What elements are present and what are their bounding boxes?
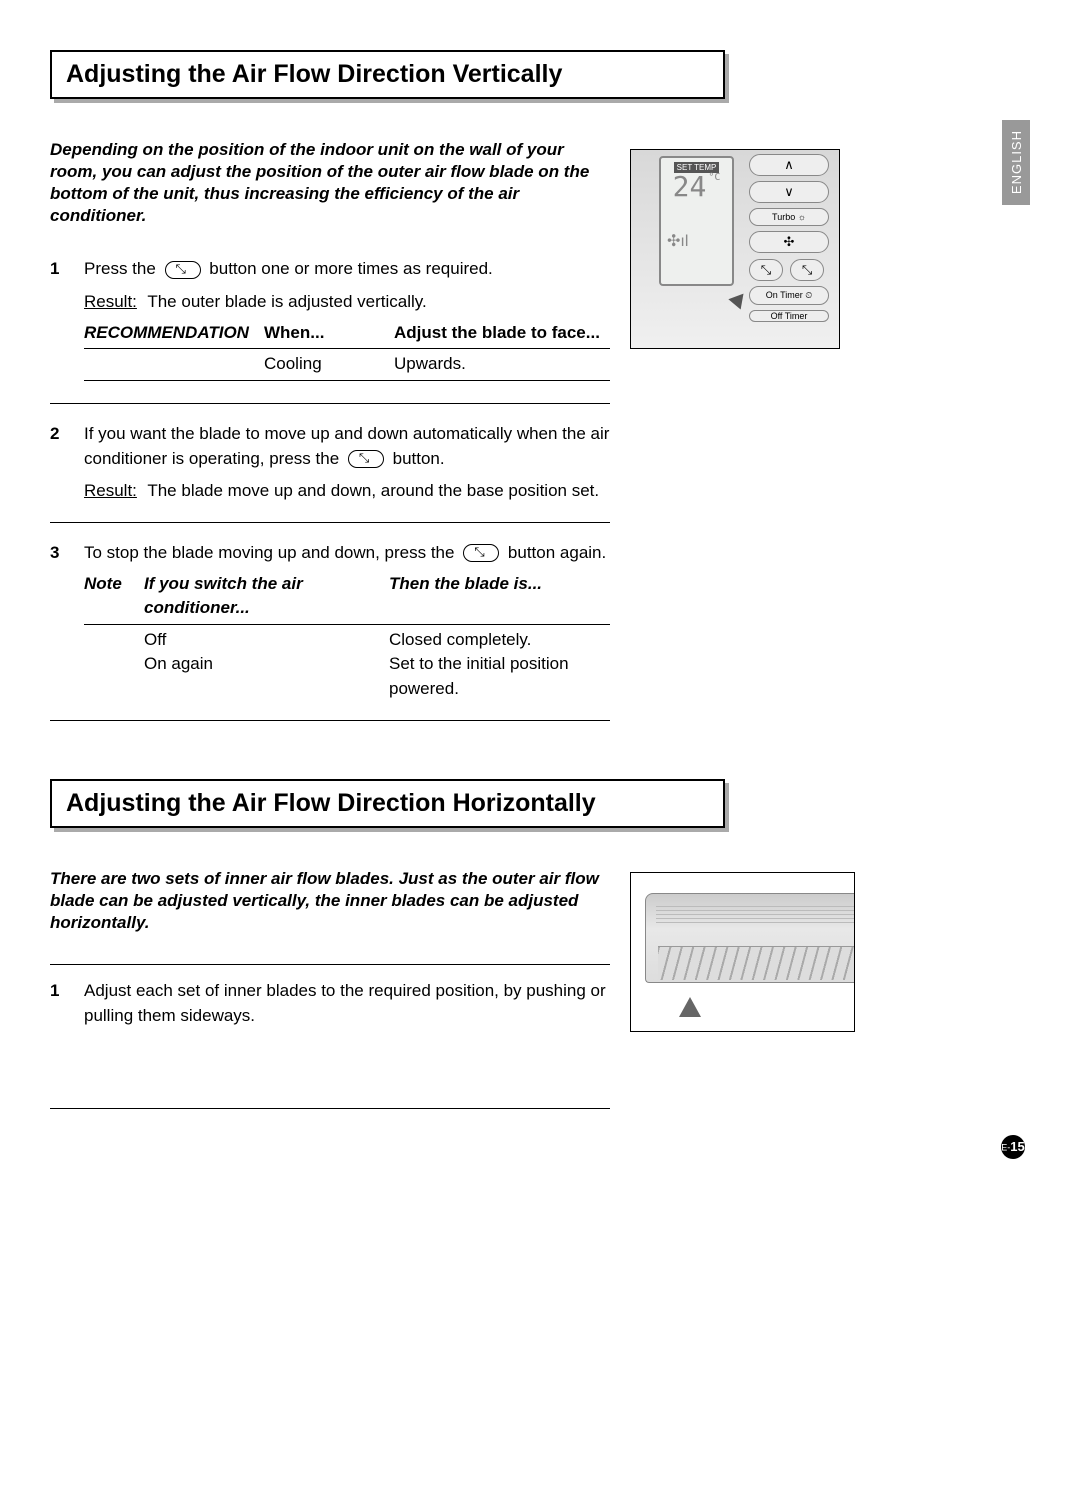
note-head-if: If you switch the air conditioner... (144, 572, 389, 621)
section-title-vertical-text: Adjusting the Air Flow Direction Vertica… (66, 60, 709, 89)
ac-grill (656, 906, 854, 926)
temp-value: 24 (673, 173, 707, 201)
result-text-2: The blade move up and down, around the b… (147, 481, 599, 500)
recommendation-table: RECOMMENDATION When... Adjust the blade … (84, 321, 610, 381)
note-row2-then: Set to the initial position powered. (389, 652, 610, 701)
step-2: 2 If you want the blade to move up and d… (50, 422, 610, 523)
remote-control-figure: SET TEMP 24°C ✣ıl ∧ ∨ Turbo ☼ ✣ ⤡ ⤡ On T… (630, 149, 840, 349)
h-step-1-number: 1 (50, 979, 66, 1028)
pointer-arrow-icon (728, 288, 749, 309)
ac-unit-body (645, 893, 854, 983)
swing-indicator-icon: ⤡ (749, 259, 783, 281)
on-timer-button[interactable]: On Timer ⏲ (749, 286, 829, 305)
step-1-text-before: Press the (84, 259, 161, 278)
section-title-horizontal-text: Adjusting the Air Flow Direction Horizon… (66, 789, 709, 818)
rec-head-when: When... (264, 321, 394, 346)
rec-row-when: Cooling (264, 352, 394, 377)
note-label: Note (84, 572, 144, 621)
swing-button[interactable]: ⤡ (790, 259, 824, 281)
section-title-vertical: Adjusting the Air Flow Direction Vertica… (50, 50, 725, 99)
ac-louvers (658, 946, 854, 980)
step-1: 1 Press the button one or more times as … (50, 257, 610, 404)
fan-icon: ✣ıl (661, 231, 732, 251)
ac-unit-figure (630, 872, 855, 1032)
step-2-number: 2 (50, 422, 66, 504)
off-timer-button[interactable]: Off Timer (749, 310, 829, 322)
result-label-1: Result: (84, 292, 137, 311)
h-step-1-text: Adjust each set of inner blades to the r… (84, 979, 610, 1028)
pointer-arrow-icon (679, 997, 701, 1017)
result-label-2: Result: (84, 481, 137, 500)
note-row1-if: Off (144, 628, 389, 653)
intro-horizontal: There are two sets of inner air flow bla… (50, 868, 610, 934)
page-number: E-15 (1001, 1135, 1025, 1159)
note-table: Note If you switch the air conditioner..… (84, 572, 610, 702)
swing-button-icon (463, 544, 499, 562)
note-row2-if: On again (144, 652, 389, 701)
note-row1-then: Closed completely. (389, 628, 610, 653)
language-tab-text: ENGLISH (1009, 130, 1024, 194)
step-2-text-after: button. (393, 449, 445, 468)
step-3-text-after: button again. (508, 543, 606, 562)
deg-c: °C (708, 173, 720, 201)
step-2-text-before: If you want the blade to move up and dow… (84, 424, 609, 468)
note-head-then: Then the blade is... (389, 572, 610, 621)
section-title-horizontal: Adjusting the Air Flow Direction Horizon… (50, 779, 725, 828)
fan-mode-button[interactable]: ✣ (749, 231, 829, 253)
rec-row-adjust: Upwards. (394, 352, 610, 377)
language-tab: ENGLISH (1002, 120, 1030, 205)
step-3-number: 3 (50, 541, 66, 702)
step-1-text-after: button one or more times as required. (209, 259, 492, 278)
temp-up-button[interactable]: ∧ (749, 154, 829, 176)
remote-lcd: SET TEMP 24°C ✣ıl (659, 156, 734, 286)
result-text-1: The outer blade is adjusted vertically. (147, 292, 426, 311)
intro-vertical: Depending on the position of the indoor … (50, 139, 610, 227)
swing-button-icon (348, 450, 384, 468)
step-3-text-before: To stop the blade moving up and down, pr… (84, 543, 459, 562)
temp-down-button[interactable]: ∨ (749, 181, 829, 203)
rec-head-adjust: Adjust the blade to face... (394, 321, 610, 346)
step-3: 3 To stop the blade moving up and down, … (50, 541, 610, 721)
swing-button-icon (165, 261, 201, 279)
step-1-number: 1 (50, 257, 66, 385)
recommendation-label: RECOMMENDATION (84, 321, 264, 346)
turbo-button[interactable]: Turbo ☼ (749, 208, 829, 226)
